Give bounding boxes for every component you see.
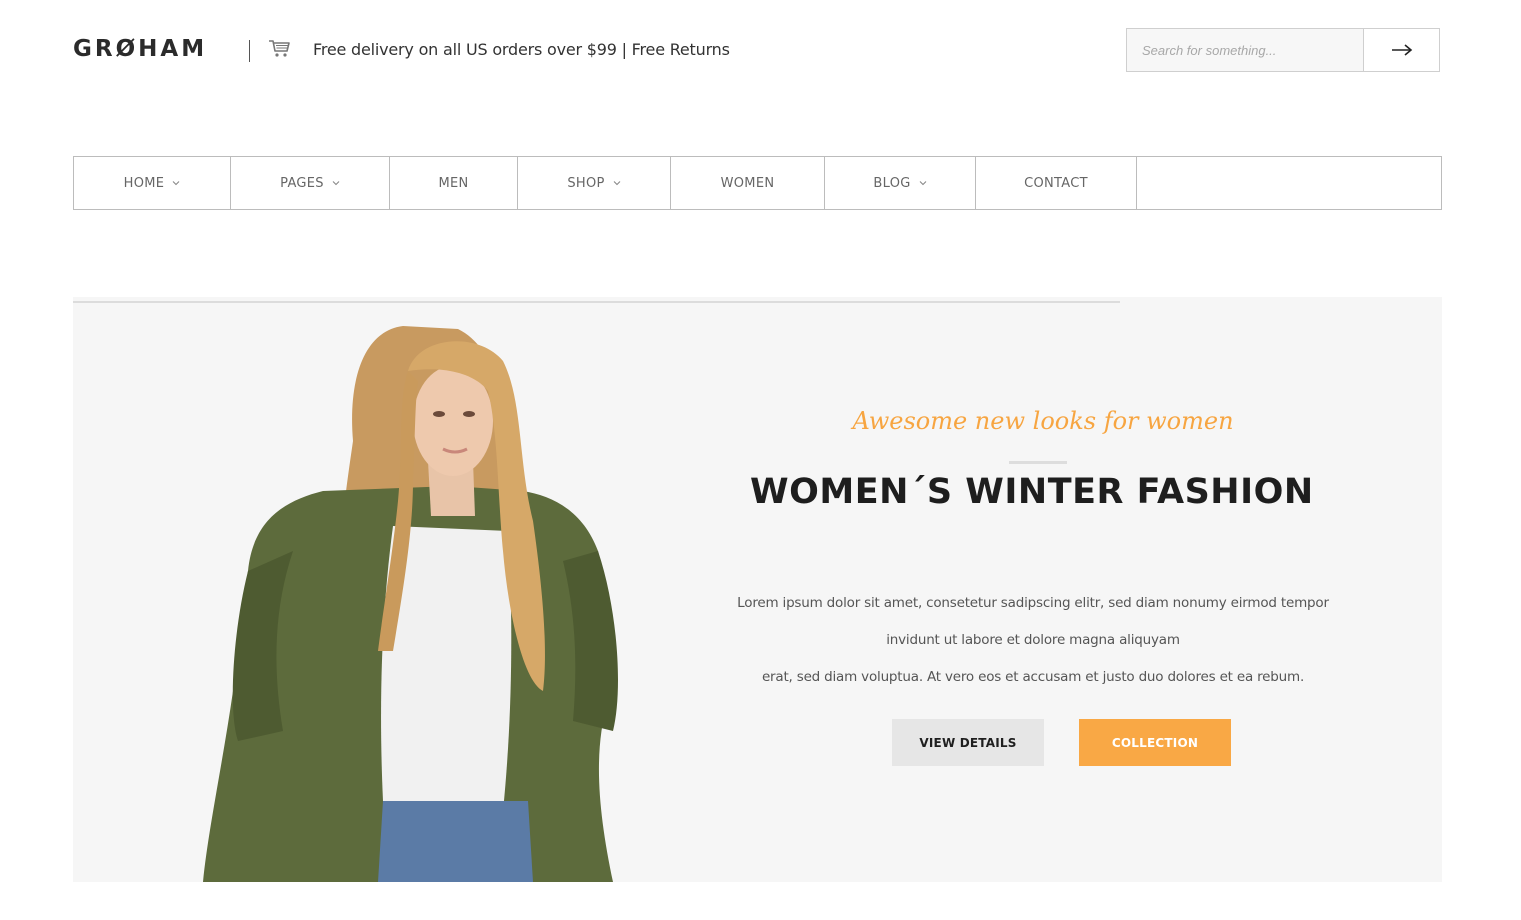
chevron-down-icon	[332, 181, 340, 186]
nav-item-label: HOME	[123, 175, 165, 191]
nav-item-label: PAGES	[280, 175, 324, 191]
hero-description: Lorem ipsum dolor sit amet, consetetur s…	[733, 585, 1333, 696]
promo-text: Free delivery on all US orders over $99 …	[313, 40, 730, 59]
nav-item-label: WOMEN	[720, 175, 775, 191]
nav-item-label: CONTACT	[1024, 175, 1088, 191]
view-details-button[interactable]: VIEW DETAILS	[892, 719, 1044, 766]
chevron-down-icon	[172, 181, 180, 186]
nav-item-label: MEN	[438, 175, 469, 191]
heading-divider	[1009, 461, 1067, 464]
nav-item-contact[interactable]: CONTACT	[976, 157, 1137, 209]
nav-item-women[interactable]: WOMEN	[671, 157, 825, 209]
nav-item-label: BLOG	[873, 175, 911, 191]
nav-item-shop[interactable]: SHOP	[518, 157, 671, 209]
hero-divider	[73, 301, 1120, 303]
cart-icon[interactable]	[268, 39, 292, 59]
collection-button[interactable]: COLLECTION	[1079, 719, 1231, 766]
header-divider	[249, 40, 250, 62]
hero-title: WOMEN´S WINTER FASHION	[750, 472, 1314, 512]
search-submit-button[interactable]	[1364, 29, 1439, 71]
hero-banner: Awesome new looks for women WOMEN´S WINT…	[73, 297, 1442, 882]
search-form	[1126, 28, 1440, 72]
hero-description-line: Lorem ipsum dolor sit amet, consetetur s…	[737, 595, 1329, 611]
search-input[interactable]	[1127, 29, 1364, 71]
nav-item-pages[interactable]: PAGES	[231, 157, 390, 209]
nav-item-blog[interactable]: BLOG	[825, 157, 976, 209]
hero-description-line: invidunt ut labore et dolore magna aliqu…	[886, 632, 1180, 648]
arrow-right-icon	[1391, 44, 1412, 56]
hero-model-image	[203, 326, 618, 882]
chevron-down-icon	[919, 181, 926, 186]
nav-item-men[interactable]: MEN	[390, 157, 518, 209]
main-nav: HOME PAGES MEN SHOP WOMEN BLOG CONTACT	[73, 156, 1442, 210]
site-logo[interactable]: GRØHAM	[73, 36, 207, 62]
chevron-down-icon	[613, 181, 621, 186]
nav-item-home[interactable]: HOME	[74, 157, 231, 209]
hero-tagline: Awesome new looks for women	[852, 407, 1234, 435]
hero-description-line: erat, sed diam voluptua. At vero eos et …	[761, 669, 1305, 685]
nav-item-label: SHOP	[567, 175, 605, 191]
